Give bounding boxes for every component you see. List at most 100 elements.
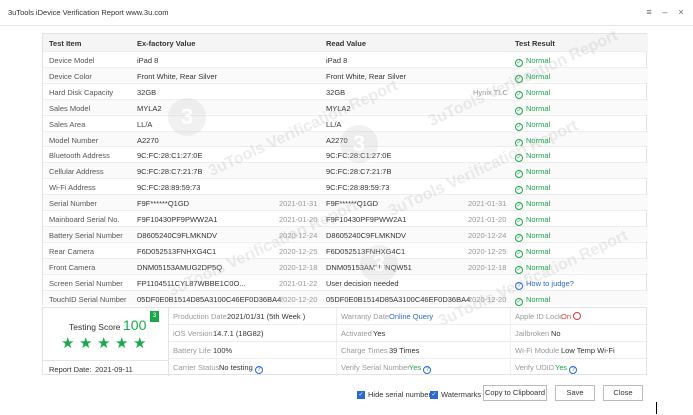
activated-cell: Activated Yes xyxy=(337,325,511,342)
star-icon: ★ xyxy=(97,335,111,352)
row-test-item: Device Color xyxy=(49,71,92,81)
ios-version-cell: iOS Version 14.7.1 (18G82) xyxy=(169,325,337,342)
row-test-item: Device Model xyxy=(49,56,95,65)
table-row: Sales Model MYLA2 MYLA2 ✓ Normal xyxy=(43,98,648,115)
help-icon[interactable]: ? xyxy=(423,366,432,374)
check-circle-icon: ✓ xyxy=(515,74,523,83)
row-read-date: 2020-12-24 xyxy=(468,230,507,240)
jailbroken-cell: Jailbroken No xyxy=(511,325,648,342)
save-button[interactable]: Save xyxy=(555,385,595,401)
row-factory-value: iPad 8 xyxy=(137,56,159,65)
summary-panel: Testing Score 100 3 ★ ★ ★ ★ ★ Report Date: 2… xyxy=(42,307,648,376)
row-factory-value: DNM05153AMUG2DP5Q xyxy=(137,262,223,272)
table-row: Device Model iPad 8 iPad 8 ✓ Normal xyxy=(43,51,648,67)
minimize-icon[interactable]: – xyxy=(659,6,671,18)
help-icon[interactable]: ? xyxy=(254,366,263,374)
ios-version-label: iOS Version xyxy=(173,329,213,338)
row-factory-date: 2021-01-31 xyxy=(279,199,318,209)
row-read-value: A2270 xyxy=(326,135,348,145)
row-test-result: ✓ Normal xyxy=(515,263,550,274)
row-factory-value: 9C:FC:28:89:59:73 xyxy=(137,183,201,193)
copy-to-clipboard-button[interactable]: Copy to Clipboard xyxy=(483,385,547,401)
check-circle-icon: ✓ xyxy=(515,170,523,179)
row-read-value: F6D052513FNHXG4C1 xyxy=(326,246,406,256)
row-hint: Hynix TLC xyxy=(473,87,508,97)
row-read-value: D8605240C9FLMKNDV xyxy=(326,230,407,240)
row-read-date: 2020-12-18 xyxy=(468,262,507,272)
hide-serial-label: Hide serial number xyxy=(368,390,431,399)
table-row: Model Number A2270 A2270 ✓ Normal xyxy=(43,130,648,147)
activated-value: Yes xyxy=(373,329,386,338)
check-circle-icon: ✓ xyxy=(515,59,523,67)
row-read-value: 9C:FC:28:C7:21:7B xyxy=(326,167,392,177)
battery-life-value: 100% xyxy=(213,346,233,355)
row-test-result: ✓ Normal xyxy=(515,199,551,211)
row-test-item: Hard Disk Capacity xyxy=(49,87,114,97)
check-circle-icon: ✓ xyxy=(515,233,523,242)
row-read-value: LL/A xyxy=(326,119,342,129)
star-rating: ★ ★ ★ ★ ★ xyxy=(61,335,147,352)
close-button[interactable]: Close xyxy=(603,385,643,401)
carrier-status-label: Carrier Status xyxy=(173,363,220,372)
row-result-text: Normal xyxy=(526,199,551,209)
apple-id-lock-cell: Apple ID Lock On xyxy=(511,308,648,325)
table-row: Device Color Front White, Rear Silver Fron… xyxy=(43,66,648,83)
help-icon[interactable]: ? xyxy=(569,366,578,374)
row-result-text: Normal xyxy=(526,56,551,65)
lock-status-icon xyxy=(573,312,582,320)
carrier-status-value: No testing xyxy=(219,363,253,372)
row-result-text[interactable]: How to judge? xyxy=(526,279,574,288)
header-test-item: Test Item xyxy=(49,39,82,48)
row-test-result: ✓ Normal xyxy=(515,151,551,163)
header-read-value: Read Value xyxy=(326,39,367,48)
table-row: TouchID Serial Number 05DF0E0B1514D85A310… xyxy=(43,289,648,306)
wifi-module-label: Wi-Fi Module xyxy=(515,346,560,355)
row-test-item: Rear Camera xyxy=(49,246,95,256)
apple-id-lock-value: On xyxy=(561,312,572,321)
check-circle-icon: ✓ xyxy=(515,249,523,258)
row-read-date: 2021-01-20 xyxy=(468,215,507,224)
check-circle-icon: ✓ xyxy=(515,202,523,211)
checkbox-checked-icon[interactable]: ✓ xyxy=(430,390,438,399)
table-row: Front Camera DNM05153AMUG2DP5Q 2020-12-18 D… xyxy=(43,257,648,274)
charge-times-cell: Charge Times 39 Times xyxy=(337,342,511,359)
carrier-status-cell: Carrier Status No testing ? xyxy=(169,359,337,376)
row-test-result: ✓ Normal xyxy=(515,247,550,258)
row-factory-date: 2020-12-24 xyxy=(279,230,318,240)
row-test-item: Serial Number xyxy=(49,199,97,209)
check-circle-icon: ✓ xyxy=(515,297,523,306)
row-factory-value: 9C:FC:28:C7:21:7B xyxy=(137,167,203,177)
checkbox-checked-icon[interactable]: ✓ xyxy=(357,390,365,399)
row-read-date: 2020-12-20 xyxy=(468,294,507,304)
check-circle-icon: ✓ xyxy=(515,122,523,131)
row-read-value: F9F10430PF9PWW2A1 xyxy=(326,215,407,224)
wifi-module-cell: Wi-Fi Module Low Temp Wi-Fi xyxy=(511,342,648,359)
row-test-result: ✓ Normal xyxy=(515,167,550,179)
row-result-text: Normal xyxy=(526,215,551,224)
production-date-label: Production Date xyxy=(173,312,227,321)
watermarks-checkbox[interactable]: ✓ Watermarks xyxy=(430,390,481,399)
row-test-result: ✓ Normal xyxy=(515,120,550,131)
row-test-item: Front Camera xyxy=(49,262,96,272)
online-query-link[interactable]: Online Query xyxy=(389,312,433,321)
row-test-result: ✓ Normal xyxy=(515,231,550,242)
charge-times-value: 39 Times xyxy=(389,346,420,355)
device-info-grid: Production Date 2021/01/31 (5th Week ) W… xyxy=(169,308,648,376)
table-row: Wi-Fi Address 9C:FC:28:89:59:73 9C:FC:28:8… xyxy=(43,178,648,195)
question-circle-icon: ? xyxy=(515,281,523,290)
row-test-item: Screen Serial Number xyxy=(49,278,123,288)
menu-icon[interactable]: ≡ xyxy=(643,6,655,18)
close-icon[interactable]: × xyxy=(675,6,687,18)
report-date-label: Report Date: xyxy=(49,365,92,374)
row-result-text: Normal xyxy=(526,103,551,113)
table-row: Battery Serial Number D8605240C9FLMKNDV 20… xyxy=(43,225,648,242)
row-test-result: ✓ Normal xyxy=(515,104,550,115)
row-test-result[interactable]: ? How to judge? xyxy=(515,279,574,290)
row-factory-date: 2020-12-20 xyxy=(279,294,318,304)
row-result-text: Normal xyxy=(526,71,551,81)
row-test-result: ✓ Normal xyxy=(515,215,550,226)
row-test-item: Mainboard Serial No. xyxy=(49,215,120,224)
row-result-text: Normal xyxy=(526,151,551,161)
hide-serial-checkbox[interactable]: ✓ Hide serial number xyxy=(357,390,431,399)
row-factory-date: 2021-01-20 xyxy=(279,215,318,224)
